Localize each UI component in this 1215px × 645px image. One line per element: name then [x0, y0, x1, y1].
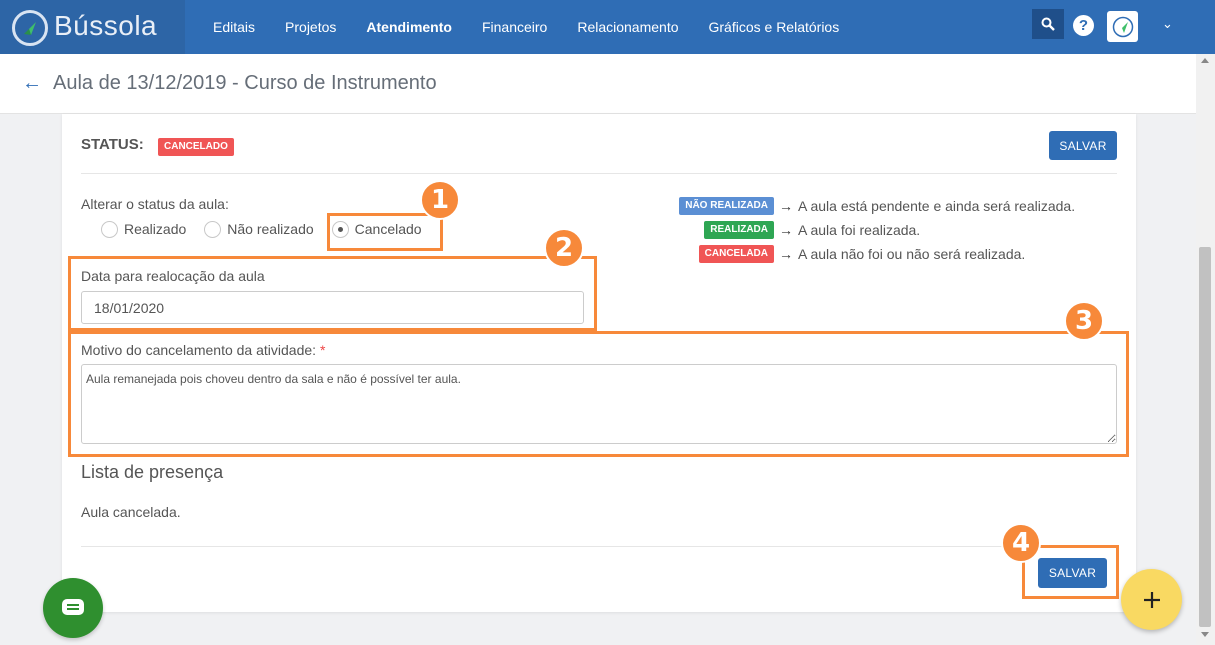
main-menu: Editais Projetos Atendimento Financeiro … — [198, 0, 854, 54]
save-button-top[interactable]: SALVAR — [1049, 131, 1117, 160]
help-icon[interactable]: ? — [1073, 15, 1094, 36]
back-arrow-icon[interactable]: ← — [22, 72, 42, 95]
legend-badge-realizada: REALIZADA — [704, 221, 774, 239]
legend-text: A aula foi realizada. — [798, 222, 921, 238]
radio-circle[interactable] — [204, 220, 222, 238]
radio-label: Não realizado — [227, 221, 314, 237]
menu-item-atendimento[interactable]: Atendimento — [351, 19, 467, 35]
radio-realizado[interactable]: Realizado — [101, 220, 187, 238]
page-header: ← Aula de 13/12/2019 - Curso de Instrume… — [0, 54, 1196, 114]
search-button[interactable] — [1032, 9, 1064, 39]
compass-icon — [12, 10, 48, 46]
highlight-box-2 — [68, 256, 597, 331]
arrow-right-icon: → — [779, 246, 793, 262]
add-button[interactable] — [1121, 569, 1182, 630]
avatar[interactable] — [1107, 11, 1138, 42]
legend-badge-cancelada: CANCELADA — [698, 245, 774, 263]
plus-icon — [1143, 591, 1160, 608]
divider — [81, 173, 1117, 174]
page-title: Aula de 13/12/2019 - Curso de Instrument… — [53, 72, 437, 94]
chat-icon — [62, 599, 84, 615]
menu-item-graficos-relatorios[interactable]: Gráficos e Relatórios — [694, 19, 855, 35]
radio-label: Realizado — [124, 221, 187, 237]
menu-item-financeiro[interactable]: Financeiro — [467, 19, 562, 35]
highlight-box-1 — [327, 213, 443, 251]
status-label: STATUS: — [81, 136, 144, 153]
callout-number-4: 4 — [1001, 523, 1041, 563]
legend-text: A aula não foi ou não será realizada. — [798, 246, 1026, 262]
menu-item-editais[interactable]: Editais — [198, 19, 270, 35]
legend-row: NÃO REALIZADA → A aula está pendente e a… — [660, 194, 1100, 218]
callout-number-1: 1 — [420, 180, 460, 220]
callout-number-3: 3 — [1064, 301, 1104, 341]
status-legend: NÃO REALIZADA → A aula está pendente e a… — [660, 194, 1100, 266]
status-badge: CANCELADO — [158, 138, 234, 156]
legend-text: A aula está pendente e ainda será realiz… — [798, 198, 1076, 214]
chevron-down-icon[interactable]: ⌄ — [1162, 16, 1173, 32]
menu-item-relacionamento[interactable]: Relacionamento — [562, 19, 693, 35]
scroll-up-arrow-icon[interactable] — [1201, 58, 1209, 63]
brand-name: Bússola — [54, 10, 158, 41]
callout-number-2: 2 — [544, 228, 584, 268]
radio-circle[interactable] — [101, 220, 118, 238]
arrow-right-icon: → — [779, 198, 793, 214]
scroll-thumb[interactable] — [1199, 247, 1211, 627]
legend-row: REALIZADA → A aula foi realizada. — [660, 218, 1100, 242]
chat-button[interactable] — [43, 578, 103, 638]
attendance-note: Aula cancelada. — [81, 504, 181, 520]
search-icon — [1041, 17, 1055, 31]
menu-item-projetos[interactable]: Projetos — [270, 19, 351, 35]
legend-row: CANCELADA → A aula não foi ou não será r… — [660, 242, 1100, 266]
divider — [81, 546, 1117, 547]
legend-badge-nao-realizada: NÃO REALIZADA — [679, 197, 774, 215]
compass-icon — [1112, 16, 1133, 37]
arrow-right-icon: → — [779, 222, 793, 238]
scroll-down-arrow-icon[interactable] — [1201, 632, 1209, 637]
scrollbar[interactable] — [1196, 54, 1215, 645]
brand-logo[interactable]: Bússola — [0, 0, 185, 54]
radio-nao-realizado[interactable]: Não realizado — [204, 220, 314, 238]
change-status-label: Alterar o status da aula: — [81, 196, 229, 212]
top-navbar: Bússola Editais Projetos Atendimento Fin… — [0, 0, 1215, 54]
highlight-box-3 — [68, 331, 1129, 457]
attendance-title: Lista de presença — [81, 462, 224, 482]
